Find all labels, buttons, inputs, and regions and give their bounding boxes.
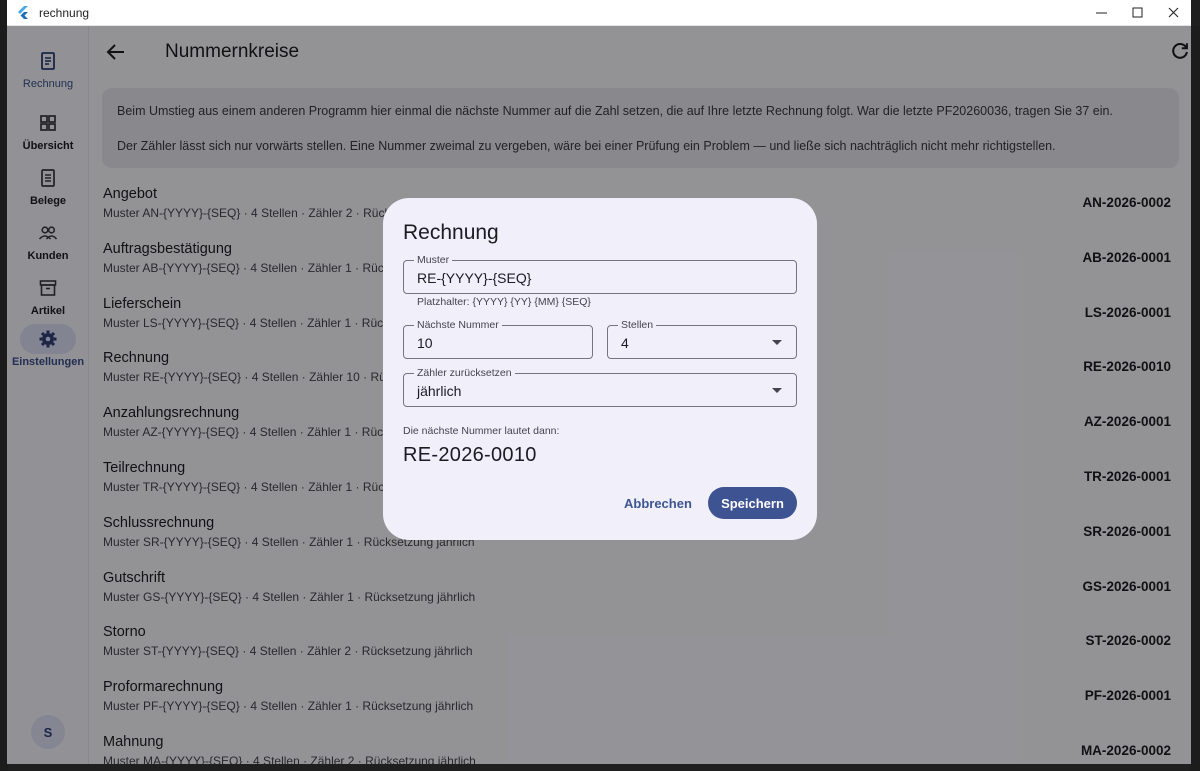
reset-select[interactable]: Zähler zurücksetzen jährlich: [403, 367, 797, 407]
next-number-field-value: 10: [417, 335, 433, 351]
title-bar: rechnung: [7, 0, 1191, 26]
preview-value: RE-2026-0010: [403, 444, 537, 466]
pattern-field-label: Muster: [414, 254, 453, 266]
flutter-logo-icon: [18, 5, 28, 19]
pattern-field-value: RE-{YYYY}-{SEQ}: [417, 270, 532, 286]
maximize-button[interactable]: [1119, 0, 1155, 26]
maximize-icon: [1132, 7, 1142, 18]
pattern-field[interactable]: Muster RE-{YYYY}-{SEQ}: [403, 254, 797, 294]
digits-select[interactable]: Stellen 4: [607, 319, 797, 359]
save-button[interactable]: Speichern: [708, 487, 797, 519]
close-icon: [1168, 7, 1178, 18]
reset-select-value: jährlich: [417, 383, 462, 399]
reset-select-label: Zähler zurücksetzen: [414, 367, 515, 379]
app-window: rechnung Rechnung Übersicht Belege Kunde…: [7, 0, 1191, 764]
digits-select-value: 4: [621, 335, 629, 351]
digits-select-label: Stellen: [618, 319, 657, 331]
minimize-icon: [1095, 12, 1107, 14]
preview-label: Die nächste Nummer lautet dann:: [403, 425, 560, 437]
window-title: rechnung: [39, 5, 90, 20]
minimize-button[interactable]: [1083, 0, 1119, 26]
edit-number-range-dialog: Rechnung Muster RE-{YYYY}-{SEQ} Platzhal…: [383, 198, 817, 540]
dropdown-arrow-icon: [772, 388, 782, 393]
dropdown-arrow-icon: [772, 340, 782, 345]
close-button[interactable]: [1155, 0, 1191, 26]
placeholder-hint: Platzhalter: {YYYY} {YY} {MM} {SEQ}: [417, 296, 591, 308]
next-number-field-label: Nächste Nummer: [414, 319, 502, 331]
desktop-background-right: [1190, 26, 1200, 771]
dialog-title: Rechnung: [403, 221, 499, 244]
cancel-button[interactable]: Abbrechen: [624, 496, 692, 511]
next-number-field[interactable]: Nächste Nummer 10: [403, 319, 593, 359]
